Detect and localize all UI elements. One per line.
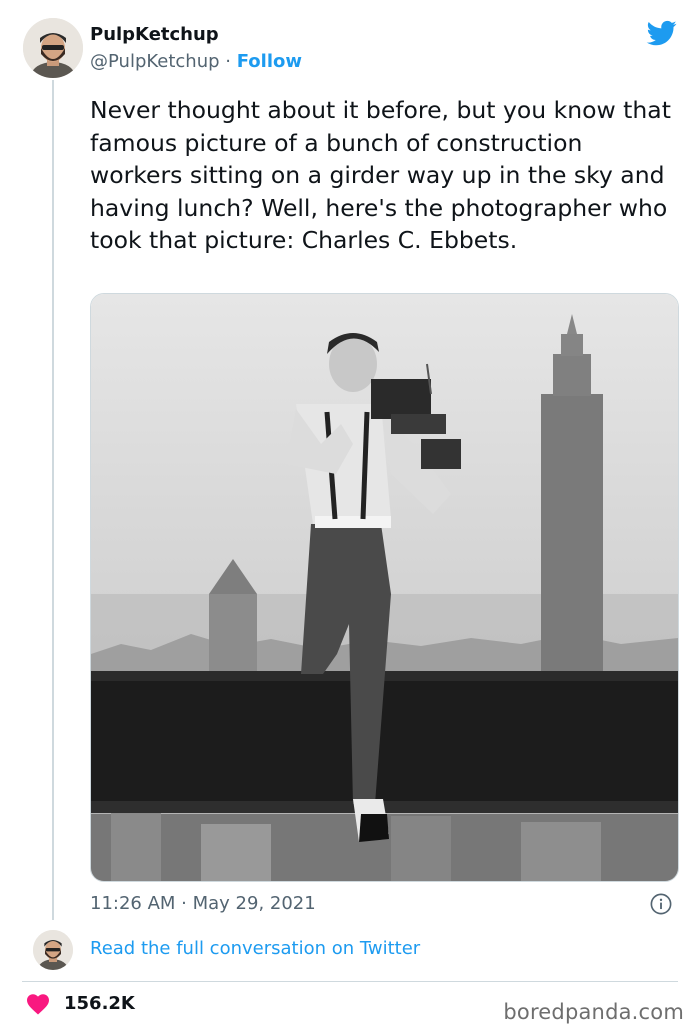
conversation-avatar[interactable] xyxy=(33,930,73,970)
author-handle[interactable]: @PulpKetchup xyxy=(90,51,220,72)
twitter-bird-icon[interactable] xyxy=(645,18,679,48)
watermark-text: boredpanda.com xyxy=(503,1000,684,1024)
author-avatar[interactable] xyxy=(23,18,83,78)
author-handle-row: @PulpKetchup · Follow xyxy=(90,51,302,72)
separator-dot: · xyxy=(219,51,237,72)
read-conversation-link[interactable]: Read the full conversation on Twitter xyxy=(90,938,420,959)
follow-button[interactable]: Follow xyxy=(237,51,302,72)
divider xyxy=(22,981,678,982)
tweet-photo[interactable] xyxy=(90,293,679,882)
thread-line xyxy=(52,80,54,920)
like-count[interactable]: 156.2K xyxy=(64,993,135,1014)
info-icon[interactable] xyxy=(650,893,672,915)
tweet-timestamp[interactable]: 11:26 AM · May 29, 2021 xyxy=(90,893,316,914)
heart-icon[interactable] xyxy=(26,993,50,1015)
tweet-text: Never thought about it before, but you k… xyxy=(90,96,671,254)
author-name[interactable]: PulpKetchup xyxy=(90,24,219,45)
